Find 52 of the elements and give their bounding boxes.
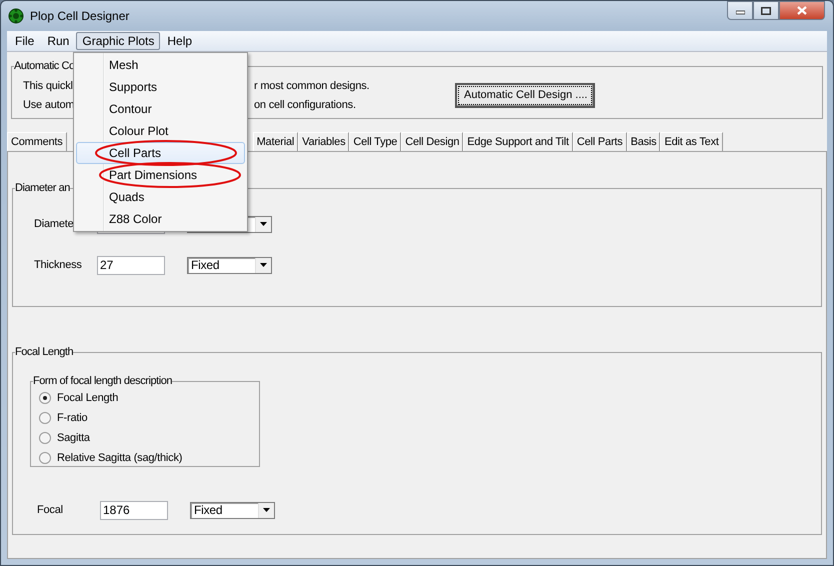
field-label: Diamete <box>34 218 75 230</box>
input-field[interactable]: 1876 <box>100 500 168 520</box>
radio-button[interactable] <box>39 412 51 424</box>
maximize-button[interactable] <box>753 1 779 20</box>
automatic-design-button[interactable]: Automatic Cell Design .... <box>455 82 595 108</box>
radio-button[interactable] <box>39 452 51 464</box>
maximize-icon <box>761 6 771 14</box>
description-text: on cell configurations. <box>254 98 356 110</box>
menu-item[interactable]: Help <box>161 32 198 50</box>
description-text: This quickl <box>23 80 73 92</box>
tab[interactable]: Edit as Text <box>660 132 723 151</box>
radio-label: Sagitta <box>57 432 90 444</box>
tab[interactable]: Variables <box>298 132 350 151</box>
mode-dropdown[interactable]: Fixed <box>187 256 272 274</box>
group-title: Diameter an <box>15 182 70 194</box>
menu-item[interactable]: Supports <box>76 76 245 98</box>
minimize-button[interactable] <box>727 1 753 20</box>
tab[interactable]: Comments <box>7 132 67 151</box>
menu-item[interactable]: Z88 Color <box>76 208 245 230</box>
tab[interactable]: Basis <box>626 132 660 151</box>
menu-item[interactable]: Part Dimensions <box>76 164 245 186</box>
menu-item[interactable]: Run <box>41 32 76 50</box>
radio-label: Relative Sagitta (sag/thick) <box>57 452 182 464</box>
group-title: Form of focal length description <box>33 375 172 387</box>
dropdown-arrow-icon <box>260 263 267 267</box>
input-field[interactable]: 27 <box>97 256 165 274</box>
tab[interactable]: Cell Design <box>401 132 464 151</box>
radio-button[interactable] <box>39 392 51 404</box>
tab[interactable]: Cell Type <box>349 132 402 151</box>
tab[interactable]: Edge Support and Tilt <box>463 132 573 151</box>
menu-item[interactable]: Colour Plot <box>76 120 245 142</box>
radio-label: Focal Length <box>57 392 118 404</box>
close-button[interactable] <box>779 1 825 20</box>
group-title: Focal Length <box>15 346 74 358</box>
field-label: Thickness <box>34 259 83 271</box>
field-label: Focal <box>37 504 64 516</box>
menu-item[interactable]: Contour <box>76 98 245 120</box>
dropdown-arrow-icon <box>260 222 267 226</box>
menu-item[interactable]: File <box>9 32 40 50</box>
tab[interactable]: Material <box>252 132 298 151</box>
mode-dropdown[interactable]: Fixed <box>190 502 275 518</box>
dropdown-arrow-icon <box>263 508 270 512</box>
menu-item[interactable]: Mesh <box>76 54 245 76</box>
radio-label: F-ratio <box>57 412 88 424</box>
app-icon <box>8 8 24 24</box>
menu-item[interactable]: Graphic Plots <box>76 32 160 50</box>
window-title: Plop Cell Designer <box>30 9 130 23</box>
radio-button[interactable] <box>39 432 51 444</box>
menu-item[interactable]: Quads <box>76 186 245 208</box>
description-text: r most common designs. <box>254 80 370 92</box>
tab[interactable]: Cell Parts <box>572 132 627 151</box>
close-icon <box>797 6 807 15</box>
